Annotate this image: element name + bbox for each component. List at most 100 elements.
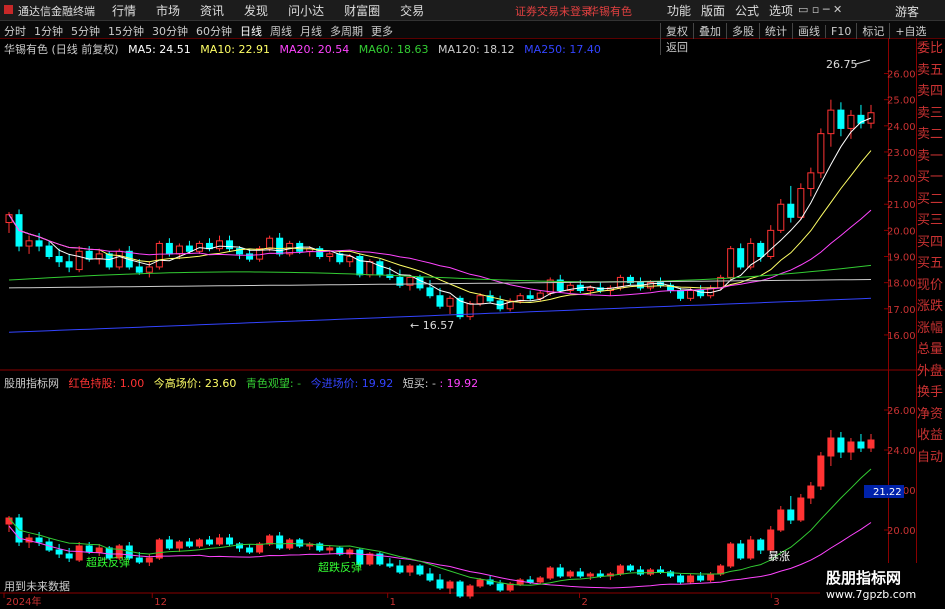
indicator-plot[interactable] bbox=[5, 430, 875, 599]
tool-button[interactable]: +自选 bbox=[889, 23, 931, 39]
indicator-bar bbox=[456, 581, 464, 597]
indicator-bar bbox=[266, 535, 274, 545]
quote-panel-item[interactable]: 买二 bbox=[917, 189, 945, 211]
candle-body bbox=[797, 188, 805, 218]
price-tick-label: 19.00 bbox=[887, 253, 916, 264]
period-tab[interactable]: 15分钟 bbox=[108, 23, 144, 39]
current-stock-name: 华锡有色 bbox=[588, 5, 632, 18]
period-tab[interactable]: 周线 bbox=[270, 23, 292, 39]
indicator-bar bbox=[75, 545, 83, 561]
indicator-bar bbox=[95, 547, 103, 553]
menu-item[interactable]: 财富圈 bbox=[344, 2, 380, 19]
candle-body bbox=[266, 237, 274, 250]
tool-button[interactable]: 统计 bbox=[759, 23, 792, 39]
price-tick-label: 17.00 bbox=[887, 305, 916, 316]
period-tab[interactable]: 更多 bbox=[371, 23, 393, 39]
date-tick-label: 3 bbox=[773, 597, 779, 608]
tool-button[interactable]: 多股 bbox=[726, 23, 759, 39]
candle-body bbox=[827, 109, 835, 135]
candle-body bbox=[145, 266, 153, 273]
indicator-bar bbox=[276, 535, 284, 549]
candle-body bbox=[837, 109, 845, 129]
candle-body bbox=[226, 240, 234, 250]
quote-panel-item[interactable]: 卖五 bbox=[917, 60, 945, 82]
quote-panel-item[interactable]: 买四 bbox=[917, 232, 945, 254]
indicator-line-green bbox=[8, 468, 872, 586]
price-tick-label: 18.00 bbox=[887, 279, 916, 290]
watermark-title: 股朋指标网 bbox=[826, 569, 902, 587]
rebound-label-1: 超跌反弹 bbox=[86, 555, 130, 569]
candle-body bbox=[55, 256, 63, 263]
quote-panel-item[interactable]: 卖三 bbox=[917, 103, 945, 125]
quote-panel-item[interactable]: 现价 bbox=[917, 275, 945, 297]
indicator-bar bbox=[476, 579, 484, 587]
candle-body bbox=[526, 295, 534, 299]
menu-item[interactable]: 交易 bbox=[400, 2, 424, 19]
quote-panel-item[interactable]: 换手 bbox=[917, 382, 945, 404]
quote-panel-item[interactable]: 卖二 bbox=[917, 124, 945, 146]
indicator-bar bbox=[135, 557, 143, 563]
period-tab[interactable]: 多周期 bbox=[330, 23, 363, 39]
candle-body bbox=[85, 250, 93, 260]
quote-panel-item[interactable]: 涨跌 bbox=[917, 296, 945, 318]
period-tab[interactable]: 1分钟 bbox=[34, 23, 63, 39]
quote-panel-item[interactable]: 委比 bbox=[917, 38, 945, 60]
candle-body bbox=[687, 289, 695, 299]
quote-panel-item[interactable]: 买三 bbox=[917, 210, 945, 232]
guest-label[interactable]: 游客 bbox=[895, 3, 919, 20]
quote-panel-item[interactable]: 外盘 bbox=[917, 361, 945, 383]
menu-item[interactable]: 行情 bbox=[112, 2, 136, 19]
trade-login-warning[interactable]: 证券交易未登录 bbox=[515, 3, 592, 19]
quote-panel-item[interactable]: 卖四 bbox=[917, 81, 945, 103]
candle-body bbox=[737, 248, 745, 268]
menu-item[interactable]: 公式 bbox=[735, 2, 759, 19]
period-tab-active[interactable]: 日线 bbox=[240, 23, 262, 39]
chart-area[interactable]: 26.00 25.00 24.00 23.00 22.00 21.00 20.00 19.00… bbox=[0, 38, 945, 609]
indicator-bar bbox=[466, 585, 474, 597]
quote-panel-item[interactable]: 自动 bbox=[917, 447, 945, 469]
date-tick-label: 2 bbox=[582, 597, 588, 608]
menu-item[interactable]: 功能 bbox=[667, 2, 691, 19]
indicator-bar bbox=[747, 539, 755, 559]
menu-item[interactable]: 问小达 bbox=[288, 2, 324, 19]
indicator-bar bbox=[556, 567, 564, 577]
tool-button[interactable]: 叠加 bbox=[693, 23, 726, 39]
tool-button[interactable]: 标记 bbox=[856, 23, 889, 39]
indicator-bar bbox=[35, 537, 43, 543]
menu-item[interactable]: 选项 bbox=[769, 2, 793, 19]
period-tab[interactable]: 月线 bbox=[300, 23, 322, 39]
tool-button[interactable]: 复权 bbox=[660, 23, 693, 39]
tool-button[interactable]: F10 bbox=[825, 25, 856, 38]
indicator-tick-label: 20.00 bbox=[887, 526, 916, 537]
period-tab[interactable]: 30分钟 bbox=[152, 23, 188, 39]
indicator-bar bbox=[717, 565, 725, 575]
date-tick-label: 1 bbox=[390, 597, 396, 608]
indicator-bar bbox=[215, 537, 224, 545]
quote-panel-item[interactable]: 净资 bbox=[917, 404, 945, 426]
quote-panel-item[interactable]: 总量 bbox=[917, 339, 945, 361]
indicator-bar bbox=[326, 547, 334, 551]
window-controls[interactable]: ▭ ▫ ─ ✕ bbox=[798, 3, 842, 16]
quote-panel-item[interactable]: 涨幅 bbox=[917, 318, 945, 340]
indicator-bar bbox=[85, 545, 93, 553]
period-tab[interactable]: 60分钟 bbox=[196, 23, 232, 39]
quote-panel-item[interactable]: 卖一 bbox=[917, 146, 945, 168]
period-tab[interactable]: 5分钟 bbox=[71, 23, 100, 39]
main-menu: 行情 市场 资讯 发现 问小达 财富圈 交易 bbox=[112, 2, 444, 19]
indicator-bar bbox=[446, 581, 454, 589]
menu-item[interactable]: 市场 bbox=[156, 2, 180, 19]
candle-body bbox=[326, 253, 334, 258]
candle-body bbox=[115, 250, 123, 268]
indicator-bar bbox=[757, 539, 765, 551]
period-tab[interactable]: 分时 bbox=[4, 23, 26, 39]
indicator-bar bbox=[205, 539, 213, 545]
quote-panel-item[interactable]: 收益 bbox=[917, 425, 945, 447]
quote-panel-item[interactable]: 买一 bbox=[917, 167, 945, 189]
tool-button[interactable]: 画线 bbox=[792, 23, 825, 39]
candle-body bbox=[757, 242, 765, 258]
menu-item[interactable]: 发现 bbox=[244, 2, 268, 19]
quote-panel-item[interactable]: 买五 bbox=[917, 253, 945, 275]
menu-item[interactable]: 资讯 bbox=[200, 2, 224, 19]
indicator-bar bbox=[566, 571, 574, 577]
menu-item[interactable]: 版面 bbox=[701, 2, 725, 19]
